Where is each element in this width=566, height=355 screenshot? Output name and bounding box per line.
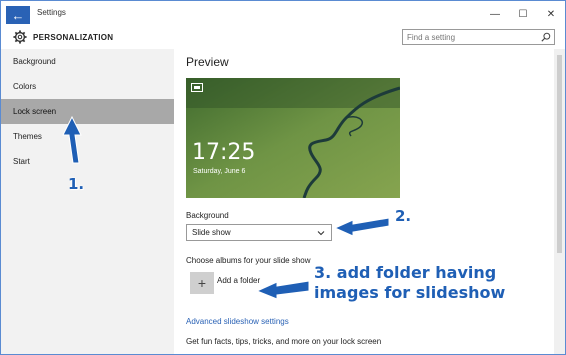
- sidebar-item-colors[interactable]: Colors: [1, 74, 174, 99]
- search-icon[interactable]: [541, 32, 551, 42]
- main-content: Preview 17:25 Saturday, June 6 Backgroun…: [174, 49, 554, 354]
- sidebar-item-label: Colors: [13, 82, 37, 91]
- add-folder-label[interactable]: Add a folder: [217, 276, 260, 285]
- sidebar-item-themes[interactable]: Themes: [1, 124, 174, 149]
- section-title: Preview: [186, 55, 229, 69]
- add-folder-button[interactable]: +: [190, 272, 214, 294]
- albums-label: Choose albums for your slide show: [186, 256, 311, 265]
- sidebar-item-start[interactable]: Start: [1, 149, 174, 174]
- annotation-step-3-line1: 3. add folder having: [314, 263, 497, 282]
- preview-date: Saturday, June 6: [193, 168, 246, 175]
- search-input[interactable]: [403, 30, 538, 44]
- sidebar-item-lock-screen[interactable]: Lock screen: [1, 99, 174, 124]
- sidebar-item-label: Background: [13, 57, 56, 66]
- preview-time: 17:25: [192, 140, 256, 165]
- advanced-slideshow-link[interactable]: Advanced slideshow settings: [186, 317, 289, 326]
- slideshow-badge-icon: [191, 83, 203, 92]
- page-header: PERSONALIZATION: [1, 27, 565, 49]
- fun-facts-label: Get fun facts, tips, tricks, and more on…: [186, 337, 382, 346]
- landscape-image: [186, 78, 400, 198]
- chevron-down-icon: [317, 231, 325, 236]
- page-title: PERSONALIZATION: [33, 33, 114, 42]
- sidebar-item-label: Lock screen: [13, 107, 57, 116]
- annotation-step-2: 2.: [395, 207, 412, 225]
- settings-window: ← Settings — ☐ ✕ PERSONALIZATION Backgr: [0, 0, 566, 355]
- scrollbar[interactable]: [554, 49, 565, 354]
- annotation-step-1: 1.: [68, 175, 85, 193]
- scrollbar-thumb[interactable]: [557, 55, 562, 253]
- sidebar-item-background[interactable]: Background: [1, 49, 174, 74]
- lock-screen-preview: 17:25 Saturday, June 6: [186, 78, 400, 198]
- minimize-button[interactable]: —: [481, 5, 509, 23]
- background-dropdown-value: Slide show: [192, 228, 231, 237]
- window-title: Settings: [37, 8, 66, 17]
- background-label: Background: [186, 211, 229, 220]
- title-bar: ← Settings — ☐ ✕: [1, 1, 565, 27]
- background-dropdown[interactable]: Slide show: [186, 224, 332, 241]
- close-button[interactable]: ✕: [537, 5, 565, 23]
- maximize-button[interactable]: ☐: [509, 5, 537, 23]
- annotation-step-3-line2: images for slideshow: [314, 283, 506, 302]
- search-box[interactable]: [402, 29, 555, 45]
- sidebar-item-label: Start: [13, 157, 30, 166]
- back-button[interactable]: ←: [6, 6, 30, 24]
- sidebar: Background Colors Lock screen Themes Sta…: [1, 49, 174, 354]
- gear-icon: [13, 30, 27, 44]
- annotation-step-3: 3. add folder having images for slidesho…: [314, 263, 505, 303]
- sidebar-item-label: Themes: [13, 132, 42, 141]
